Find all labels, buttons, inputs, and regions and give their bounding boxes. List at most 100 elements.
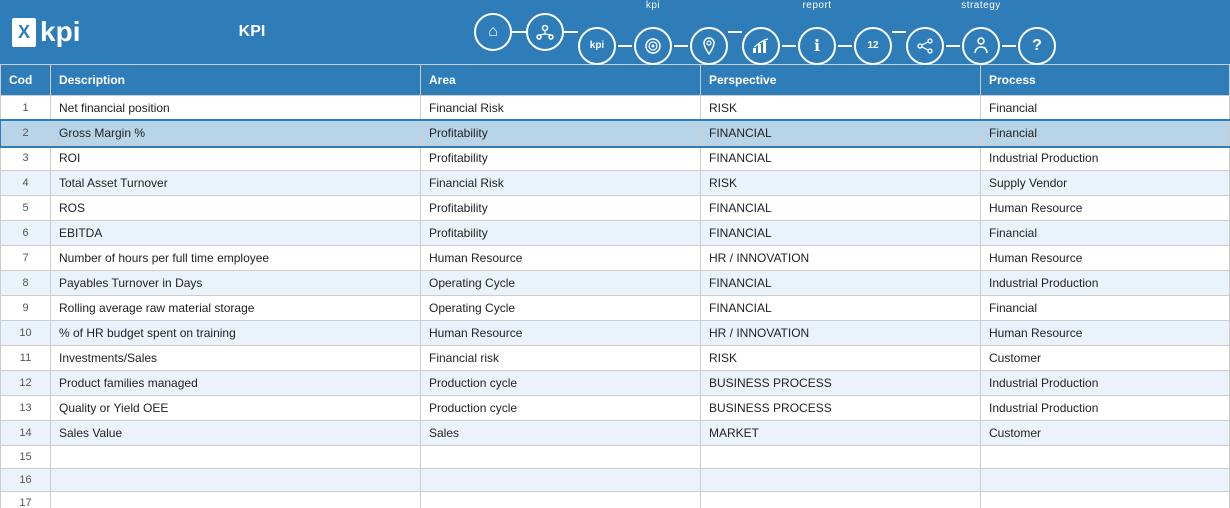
table-row[interactable]: 9Rolling average raw material storageOpe… (1, 296, 1230, 321)
table-row[interactable]: 10% of HR budget spent on trainingHuman … (1, 321, 1230, 346)
cell-process: Financial (981, 121, 1230, 146)
table-row[interactable]: 14Sales ValueSalesMARKETCustomer (1, 421, 1230, 446)
table-row[interactable]: 1Net financial positionFinancial RiskRIS… (1, 96, 1230, 121)
cell-cod: 2 (1, 121, 51, 146)
cell-cod: 5 (1, 196, 51, 221)
cell-description: EBITDA (51, 221, 421, 246)
cell-cod: 17 (1, 492, 51, 508)
table-row[interactable]: 11Investments/SalesFinancial riskRISKCus… (1, 346, 1230, 371)
col-header-description: Description (51, 65, 421, 96)
connector-1 (512, 31, 526, 33)
share-icon[interactable] (906, 27, 944, 65)
connector-3 (618, 45, 632, 47)
cell-area: Profitability (421, 221, 701, 246)
cell-process (981, 469, 1230, 492)
cell-description: % of HR budget spent on training (51, 321, 421, 346)
table-row[interactable]: 12Product families managedProduction cyc… (1, 371, 1230, 396)
connector-6 (782, 45, 796, 47)
chart-icon[interactable] (742, 27, 780, 65)
cell-process: Industrial Production (981, 146, 1230, 171)
table-row[interactable]: 3ROIProfitabilityFINANCIALIndustrial Pro… (1, 146, 1230, 171)
cell-perspective: BUSINESS PROCESS (701, 396, 981, 421)
cell-perspective: FINANCIAL (701, 221, 981, 246)
cell-cod: 10 (1, 321, 51, 346)
cell-cod: 9 (1, 296, 51, 321)
org-icon[interactable] (526, 13, 564, 51)
table-row[interactable]: 8Payables Turnover in DaysOperating Cycl… (1, 271, 1230, 296)
cell-cod: 14 (1, 421, 51, 446)
nav-area: ⌂ kpi kpi (312, 0, 1218, 65)
cell-perspective: HR / INNOVATION (701, 321, 981, 346)
logo-box: X (12, 18, 36, 47)
kpi-icon[interactable]: kpi (578, 27, 616, 65)
table-row[interactable]: 13Quality or Yield OEEProduction cycleBU… (1, 396, 1230, 421)
table-row[interactable]: 16 (1, 469, 1230, 492)
connector-2 (564, 31, 578, 33)
table-row[interactable]: 17 (1, 492, 1230, 508)
person-icon[interactable] (962, 27, 1000, 65)
cell-perspective (701, 469, 981, 492)
table-header-row: Cod Description Area Perspective Process (1, 65, 1230, 96)
report-group-label: report (802, 0, 831, 11)
calendar-icon[interactable]: 12 (854, 27, 892, 65)
cell-perspective: RISK (701, 96, 981, 121)
col-header-cod: Cod (1, 65, 51, 96)
cell-process: Human Resource (981, 246, 1230, 271)
table-row[interactable]: 7Number of hours per full time employeeH… (1, 246, 1230, 271)
cell-cod: 7 (1, 246, 51, 271)
cell-description: Net financial position (51, 96, 421, 121)
app-container: X kpi KPI ⌂ kpi (0, 0, 1230, 508)
table-row[interactable]: 5ROSProfitabilityFINANCIALHuman Resource (1, 196, 1230, 221)
cell-area: Production cycle (421, 396, 701, 421)
target-icon[interactable] (634, 27, 672, 65)
info-icon[interactable]: ℹ (798, 27, 836, 65)
cell-description: Quality or Yield OEE (51, 396, 421, 421)
connector-7 (838, 45, 852, 47)
cell-process: Industrial Production (981, 271, 1230, 296)
cell-perspective: RISK (701, 171, 981, 196)
connector-5 (728, 31, 742, 33)
kpi-table: Cod Description Area Perspective Process… (0, 64, 1230, 508)
strategy-nav-group: strategy (906, 0, 1056, 65)
cell-process: Customer (981, 421, 1230, 446)
connector-10 (1002, 45, 1016, 47)
cell-area: Profitability (421, 121, 701, 146)
cell-perspective: RISK (701, 346, 981, 371)
cell-area: Financial risk (421, 346, 701, 371)
cell-process: Financial (981, 296, 1230, 321)
cell-perspective (701, 446, 981, 469)
cell-description: ROI (51, 146, 421, 171)
cell-area: Human Resource (421, 321, 701, 346)
cell-area: Profitability (421, 146, 701, 171)
cell-process: Financial (981, 96, 1230, 121)
location-icon[interactable] (690, 27, 728, 65)
cell-cod: 8 (1, 271, 51, 296)
cell-perspective: FINANCIAL (701, 296, 981, 321)
cell-area: Profitability (421, 196, 701, 221)
cell-perspective: FINANCIAL (701, 121, 981, 146)
strategy-group-label: strategy (961, 0, 1001, 11)
cell-process: Financial (981, 221, 1230, 246)
cell-description: Rolling average raw material storage (51, 296, 421, 321)
cell-process: Customer (981, 346, 1230, 371)
report-nav-group: report ℹ 12 (742, 0, 892, 65)
cell-perspective: FINANCIAL (701, 196, 981, 221)
col-header-process: Process (981, 65, 1230, 96)
cell-description: ROS (51, 196, 421, 221)
table-row[interactable]: 6EBITDAProfitabilityFINANCIALFinancial (1, 221, 1230, 246)
table-row[interactable]: 2Gross Margin %ProfitabilityFINANCIALFin… (1, 121, 1230, 146)
home-icon[interactable]: ⌂ (474, 13, 512, 51)
help-icon[interactable]: ? (1018, 27, 1056, 65)
cell-perspective (701, 492, 981, 508)
cell-area: Sales (421, 421, 701, 446)
header: X kpi KPI ⌂ kpi (0, 0, 1230, 64)
table-row[interactable]: 4Total Asset TurnoverFinancial RiskRISKS… (1, 171, 1230, 196)
cell-cod: 16 (1, 469, 51, 492)
logo-area: X kpi (12, 16, 192, 48)
cell-cod: 3 (1, 146, 51, 171)
cell-cod: 11 (1, 346, 51, 371)
cell-cod: 6 (1, 221, 51, 246)
cell-process (981, 446, 1230, 469)
table-row[interactable]: 15 (1, 446, 1230, 469)
cell-area: Production cycle (421, 371, 701, 396)
